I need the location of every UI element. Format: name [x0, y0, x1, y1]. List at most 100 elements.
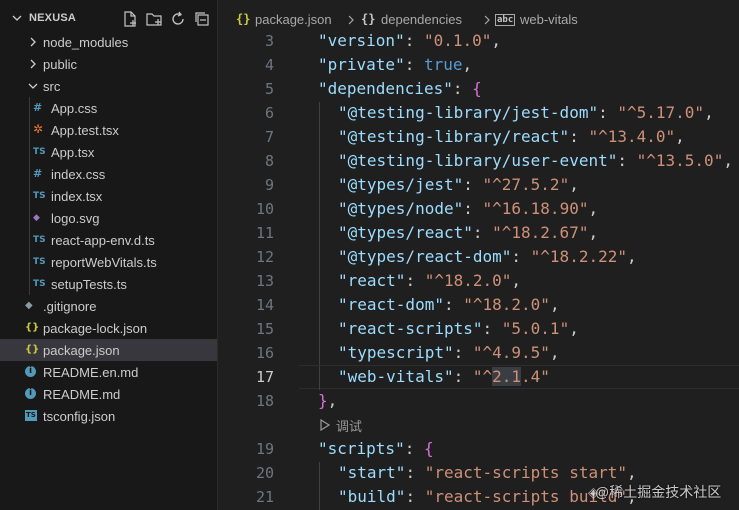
punctuation: , [511, 271, 522, 290]
code-line[interactable]: "version": "0.1.0", [318, 31, 501, 50]
breadcrumb-section[interactable]: dependencies [381, 12, 462, 27]
chevron-down-icon[interactable] [28, 81, 38, 91]
json-string: "^18.2.22" [530, 247, 627, 266]
tree-file-package-json[interactable]: {} package.json [0, 339, 217, 361]
chevron-down-icon[interactable] [12, 13, 22, 23]
punctuation: , [588, 223, 599, 242]
git-file-icon: ◆ [25, 300, 33, 311]
tree-file-react-app-env-d-ts[interactable]: TS react-app-env.d.ts [0, 229, 217, 251]
punctuation: , [704, 103, 714, 122]
new-folder-icon[interactable] [145, 10, 163, 28]
json-key: "@testing-library/jest-dom" [338, 103, 599, 122]
refresh-icon[interactable] [169, 10, 187, 28]
json-key: "version" [318, 31, 405, 50]
tree-item-label: reportWebVitals.ts [51, 255, 157, 270]
debug-play-icon[interactable] [320, 419, 330, 431]
code-editor[interactable]: 3 "version": "0.1.0", 4 "private": true, 5 "d… [218, 30, 739, 510]
code-line[interactable]: "@testing-library/user-event": "^13.5.0"… [338, 151, 733, 170]
json-string: "^13.5.0" [636, 151, 724, 170]
json-key: "@testing-library/user-event" [338, 151, 618, 170]
tree-file-index-tsx[interactable]: TS index.tsx [0, 185, 217, 207]
indent-guide [319, 318, 320, 342]
tree-file-reportwebvitals-ts[interactable]: TS reportWebVitals.ts [0, 251, 217, 273]
json-string: "5.0.1" [501, 319, 570, 338]
punctuation: , [723, 151, 733, 170]
tree-file-readme-md[interactable]: i README.md [0, 383, 217, 405]
punctuation: : [511, 247, 531, 266]
code-line[interactable]: "@types/react": "^18.2.67", [338, 223, 598, 242]
tree-file-index-css[interactable]: # index.css [0, 163, 217, 185]
workspace-root-name[interactable]: NEXUSA [29, 12, 76, 24]
json-file-icon: {} [25, 322, 40, 333]
tree-folder-src[interactable]: src [0, 75, 217, 97]
tree-file-setuptests-ts[interactable]: TS setupTests.ts [0, 273, 217, 295]
tree-file-package-lock-json[interactable]: {} package-lock.json [0, 317, 217, 339]
line-number: 21 [255, 488, 274, 506]
breadcrumb: {} package.json {} dependencies abc web-… [218, 0, 739, 30]
code-line[interactable]: "private": true, [318, 55, 472, 74]
json-key: "dependencies" [318, 79, 453, 98]
indent-guide [29, 97, 30, 119]
code-line[interactable]: "dependencies": { [318, 79, 482, 98]
tree-file-gitignore[interactable]: ◆ .gitignore [0, 295, 217, 317]
punctuation: , [549, 343, 560, 362]
string-symbol-icon: abc [495, 14, 516, 26]
new-file-icon[interactable] [121, 10, 139, 28]
code-line[interactable]: "@testing-library/jest-dom": "^5.17.0", [338, 103, 714, 122]
punctuation: : [617, 151, 637, 170]
tree-file-app-css[interactable]: # App.css [0, 97, 217, 119]
code-line[interactable]: "react-scripts": "5.0.1", [338, 319, 579, 338]
line-number: 9 [264, 176, 274, 194]
code-line[interactable]: "react-dom": "^18.2.0", [338, 295, 560, 314]
code-line[interactable]: "@types/jest": "^27.5.2", [338, 175, 579, 194]
json-key: "react" [338, 271, 406, 290]
punctuation: , [675, 127, 685, 146]
tree-file-tsconfig-json[interactable]: TS tsconfig.json [0, 405, 217, 427]
tree-file-app-tsx[interactable]: TS App.tsx [0, 141, 217, 163]
json-key: "@types/node" [338, 199, 464, 218]
punctuation: , [569, 175, 579, 194]
collapse-all-icon[interactable] [193, 10, 211, 28]
indent-guide [319, 294, 320, 318]
chevron-right-icon [484, 15, 490, 25]
json-string: "^4.9.5" [472, 343, 550, 362]
ts-file-icon: TS [33, 235, 46, 245]
code-line[interactable]: "@testing-library/react": "^13.4.0", [338, 127, 685, 146]
codelens-debug[interactable]: 调试 [336, 416, 362, 435]
line-number: 4 [264, 56, 274, 74]
chevron-right-icon[interactable] [28, 59, 38, 69]
code-line[interactable]: "start": "react-scripts start", [338, 463, 637, 482]
indent-guide [319, 342, 320, 366]
tree-item-label: src [43, 79, 61, 94]
tree-file-app-test-tsx[interactable]: ✲ App.test.tsx [0, 119, 217, 141]
punctuation: : [404, 439, 424, 458]
tree-file-logo-svg[interactable]: ◆ logo.svg [0, 207, 217, 229]
punctuation: : [405, 487, 425, 506]
code-line[interactable]: }, [318, 391, 337, 410]
punctuation: : [453, 367, 473, 386]
code-line[interactable]: "web-vitals": "^2.1.4" [338, 367, 550, 386]
breadcrumb-file[interactable]: package.json [255, 12, 332, 27]
punctuation: , [627, 463, 637, 482]
punctuation: : [405, 271, 425, 290]
ts-file-icon: TS [33, 257, 46, 267]
line-number: 10 [255, 200, 274, 218]
json-string: "^16.18.90" [482, 199, 589, 218]
punctuation: : [472, 223, 493, 242]
tree-file-readme-en-md[interactable]: i README.en.md [0, 361, 217, 383]
line-number: 11 [255, 224, 274, 242]
line-number: 13 [255, 272, 274, 290]
code-line[interactable]: "@types/node": "^16.18.90", [338, 199, 598, 218]
code-line[interactable]: "scripts": { [318, 439, 434, 458]
tree-folder-node-modules[interactable]: node_modules [0, 31, 217, 53]
punctuation: , [588, 199, 599, 218]
chevron-right-icon[interactable] [28, 37, 38, 47]
json-key: "typescript" [338, 343, 454, 362]
breadcrumb-key[interactable]: web-vitals [520, 12, 578, 27]
tree-folder-public[interactable]: public [0, 53, 217, 75]
json-string: "^27.5.2" [482, 175, 570, 194]
code-line[interactable]: "react": "^18.2.0", [338, 271, 521, 290]
code-line[interactable]: "typescript": "^4.9.5", [338, 343, 560, 362]
code-line[interactable]: "@types/react-dom": "^18.2.22", [338, 247, 637, 266]
punctuation: , [327, 391, 338, 410]
